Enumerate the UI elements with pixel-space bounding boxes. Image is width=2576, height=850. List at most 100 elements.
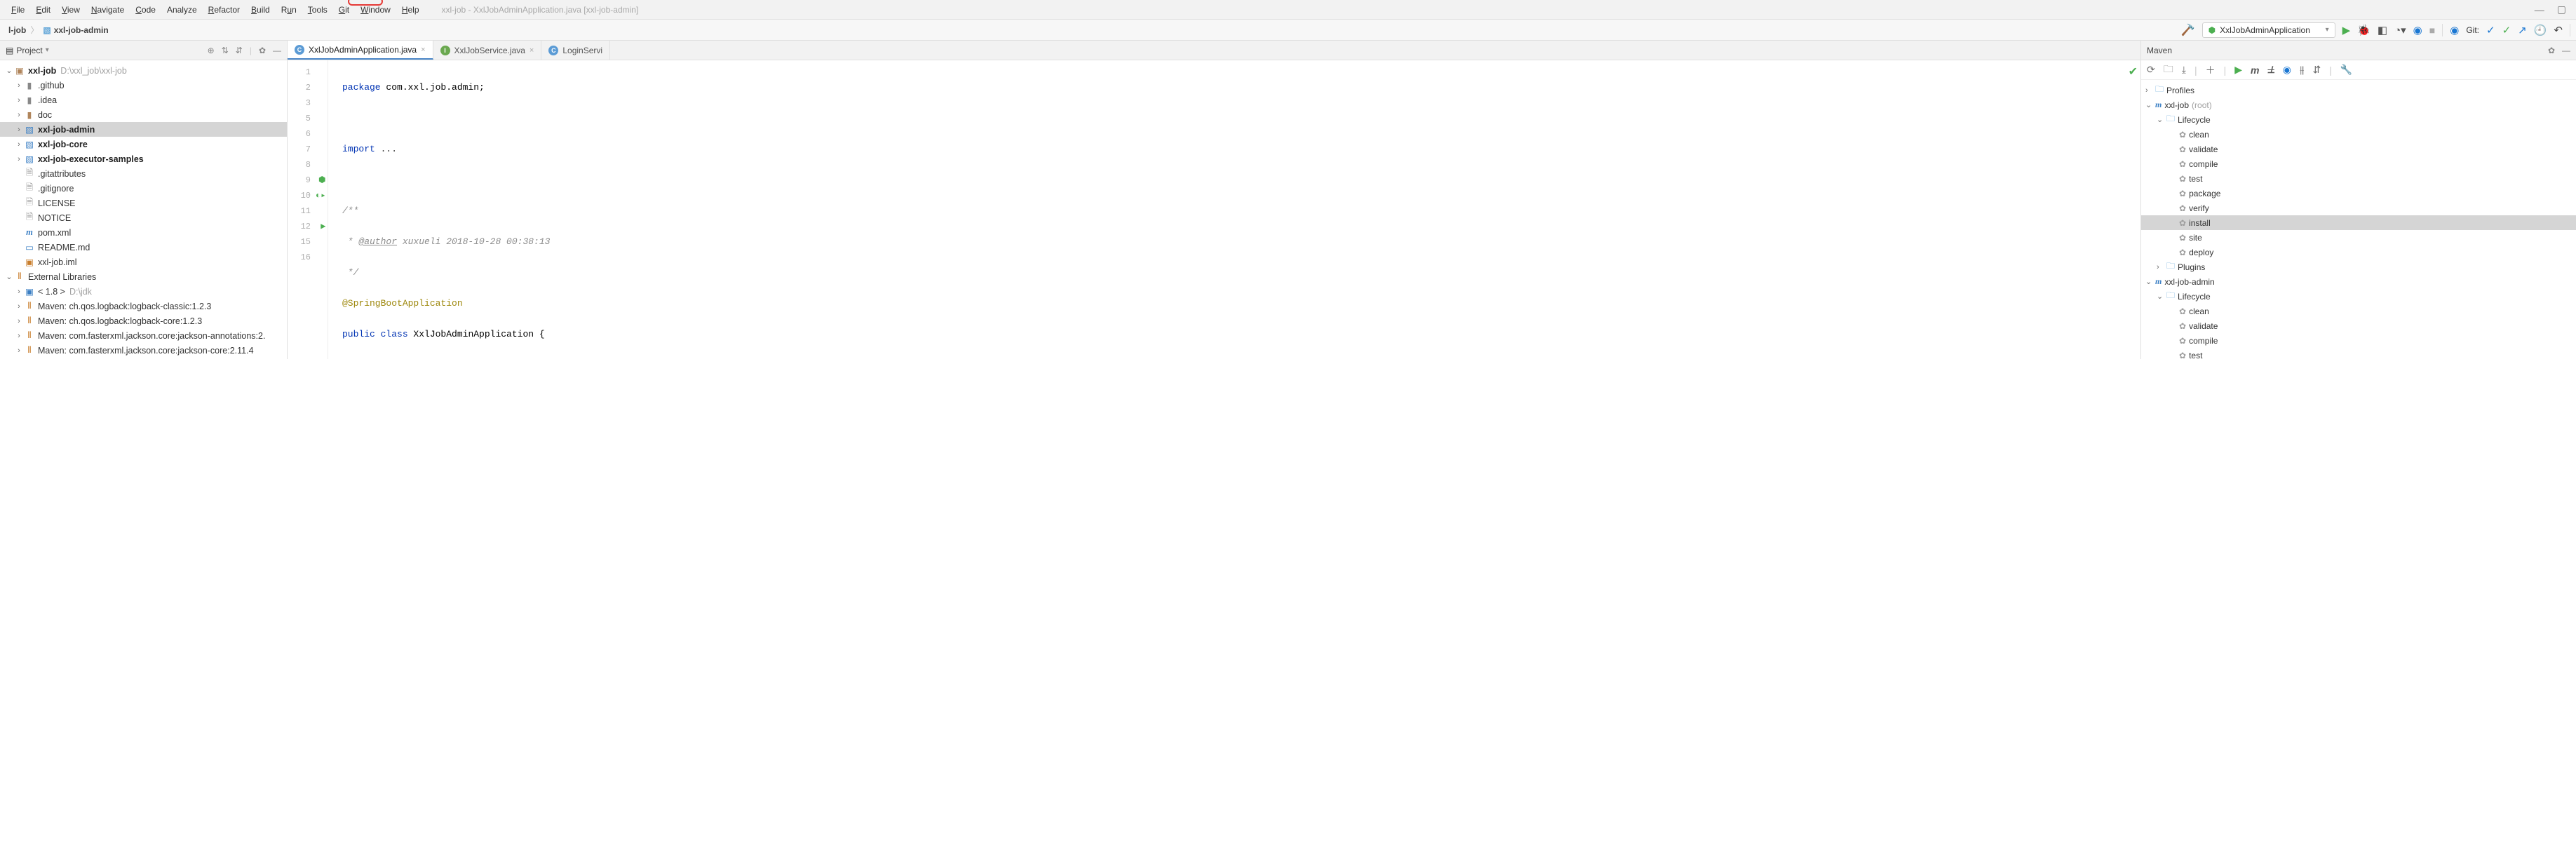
maven-goal-package[interactable]: ✿package — [2141, 186, 2576, 201]
coverage-icon[interactable]: ◧ — [2378, 24, 2387, 36]
tree-file-notice[interactable]: 🗎NOTICE — [0, 210, 287, 225]
menu-file[interactable]: FFileile — [6, 0, 30, 20]
close-icon[interactable]: × — [421, 46, 425, 54]
generate-sources-icon[interactable]: 🗀 — [2164, 62, 2173, 79]
project-view-combo[interactable]: ▤ Project ▾ — [6, 46, 49, 55]
hide-icon[interactable]: — — [273, 46, 281, 55]
gutter-run-icon[interactable]: ⬢ — [316, 173, 325, 188]
download-sources-icon[interactable]: ⤓ — [2182, 64, 2186, 76]
tree-file-gitattributes[interactable]: 🗎.gitattributes — [0, 166, 287, 181]
tree-folder-idea[interactable]: ›▮.idea — [0, 93, 287, 107]
editor-tab-login-service[interactable]: C LoginServi — [541, 41, 610, 60]
maven-goal-verify[interactable]: ✿verify — [2141, 201, 2576, 215]
tree-lib[interactable]: ›⫴Maven: com.fasterxml.jackson.core:jack… — [0, 328, 287, 343]
push-icon[interactable]: ↗ — [2518, 24, 2527, 36]
build-icon[interactable]: 🔨 — [2181, 23, 2195, 37]
maven-tree[interactable]: ›🗀Profiles ⌄mxxl-job(root) ⌄🗀Lifecycle ✿… — [2141, 80, 2576, 359]
run-config-selector[interactable]: ⬢ XxlJobAdminApplication ▾ — [2202, 22, 2335, 38]
debug-icon[interactable]: 🐞 — [2357, 24, 2371, 36]
settings-icon[interactable]: ✿ — [259, 46, 266, 55]
maven-module-admin[interactable]: ⌄mxxl-job-admin — [2141, 274, 2576, 289]
hide-icon[interactable]: — — [2562, 46, 2570, 55]
project-tree[interactable]: ⌄▣ xxl-job D:\xxl_job\xxl-job ›▮.github … — [0, 60, 287, 359]
services-icon[interactable]: ◉ — [2413, 24, 2422, 36]
expand-all-icon[interactable]: ⇅ — [222, 46, 229, 55]
menu-help[interactable]: HelpHelp — [396, 0, 425, 20]
gutter-run-class-icon[interactable]: ◐▸ — [316, 188, 325, 203]
tree-folder-core[interactable]: ›▧xxl-job-core — [0, 137, 287, 151]
maven-goal-site[interactable]: ✿site — [2141, 230, 2576, 245]
maven-plugins[interactable]: ›🗀Plugins — [2141, 259, 2576, 274]
show-deps-icon[interactable]: ⫵ — [2300, 64, 2304, 76]
maven-goal-test[interactable]: ✿test — [2141, 348, 2576, 359]
run-maven-icon[interactable]: ▶ — [2234, 64, 2242, 76]
menu-navigate[interactable]: NavigateNavigate — [86, 0, 130, 20]
tree-lib[interactable]: ›⫴Maven: ch.qos.logback:logback-classic:… — [0, 299, 287, 313]
history-icon[interactable]: 🕘 — [2534, 24, 2547, 36]
tree-file-license[interactable]: 🗎LICENSE — [0, 196, 287, 210]
menu-view[interactable]: ViewView — [56, 0, 86, 20]
update-project-icon[interactable]: ✓ — [2486, 24, 2495, 36]
tree-jdk[interactable]: ›▣< 1.8 >D:\jdk — [0, 284, 287, 299]
toggle-skip-tests-icon[interactable]: ⟂ — [2267, 64, 2274, 76]
maven-goal-clean[interactable]: ✿clean — [2141, 304, 2576, 318]
tree-root[interactable]: ⌄▣ xxl-job D:\xxl_job\xxl-job — [0, 63, 287, 78]
maven-settings-icon[interactable]: 🔧 — [2340, 64, 2352, 76]
maven-goal-clean[interactable]: ✿clean — [2141, 127, 2576, 142]
code-editor[interactable]: 1 2 3 5 6 7 8 9 10 11 12 15 16 ⬢ ◐▸ — [288, 60, 2140, 359]
gutter-run-main-icon[interactable]: ▶ — [316, 219, 325, 234]
maven-goal-compile[interactable]: ✿compile — [2141, 333, 2576, 348]
commit-icon[interactable]: ✓ — [2502, 24, 2511, 36]
editor-tab-job-service[interactable]: I XxlJobService.java × — [433, 41, 542, 60]
rollback-icon[interactable]: ↶ — [2554, 24, 2563, 36]
tree-file-gitignore[interactable]: 🗎.gitignore — [0, 181, 287, 196]
maven-lifecycle-admin[interactable]: ⌄🗀Lifecycle — [2141, 289, 2576, 304]
profile-icon[interactable]: ◔▾ — [2394, 24, 2406, 36]
reload-icon[interactable]: ⟳ — [2147, 64, 2155, 76]
menu-refactor[interactable]: RefactorRefactor — [203, 0, 245, 20]
settings-icon[interactable]: ✿ — [2548, 46, 2555, 55]
maven-profiles[interactable]: ›🗀Profiles — [2141, 83, 2576, 97]
tree-lib[interactable]: ›⫴Maven: com.fasterxml.jackson.core:jack… — [0, 343, 287, 358]
menu-code[interactable]: CodeCode — [130, 0, 161, 20]
menu-edit[interactable]: EditEdit — [30, 0, 56, 20]
editor-tab-admin-app[interactable]: C XxlJobAdminApplication.java × — [288, 41, 433, 60]
menu-tools[interactable]: ToolsTools — [302, 0, 333, 20]
tree-folder-admin[interactable]: ›▧xxl-job-admin — [0, 122, 287, 137]
tree-file-pom[interactable]: mpom.xml — [0, 225, 287, 240]
add-project-icon[interactable]: ＋ — [2206, 63, 2216, 77]
tree-folder-doc[interactable]: ›▮doc — [0, 107, 287, 122]
maven-goal-compile[interactable]: ✿compile — [2141, 156, 2576, 171]
collapse-all-icon[interactable]: ⇵ — [236, 46, 243, 55]
tree-file-readme[interactable]: ▭README.md — [0, 240, 287, 255]
close-icon[interactable]: × — [530, 46, 534, 55]
maven-lifecycle[interactable]: ⌄🗀Lifecycle — [2141, 112, 2576, 127]
menu-build[interactable]: BuildBuild — [245, 0, 276, 20]
tree-lib[interactable]: ›⫴Maven: ch.qos.logback:logback-core:1.2… — [0, 313, 287, 328]
execute-goal-icon[interactable]: m — [2251, 65, 2259, 76]
tree-file-iml[interactable]: ▣xxl-job.iml — [0, 255, 287, 269]
stop-icon[interactable]: ■ — [2429, 25, 2435, 36]
window-minimize-icon[interactable]: — — [2535, 4, 2544, 15]
maven-goal-install[interactable]: ✿install — [2141, 215, 2576, 230]
breadcrumb-root[interactable]: l-job — [6, 24, 29, 36]
maven-goal-validate[interactable]: ✿validate — [2141, 142, 2576, 156]
breadcrumb-module[interactable]: ▧ xxl-job-admin — [40, 24, 111, 36]
maven-goal-validate[interactable]: ✿validate — [2141, 318, 2576, 333]
run-icon[interactable]: ▶ — [2342, 24, 2351, 36]
menu-analyze[interactable]: Analyze — [161, 0, 203, 20]
maven-goal-deploy[interactable]: ✿deploy — [2141, 245, 2576, 259]
editor-gutter[interactable]: 1 2 3 5 6 7 8 9 10 11 12 15 16 ⬢ ◐▸ — [288, 60, 328, 359]
offline-mode-icon[interactable]: ◉ — [2283, 64, 2291, 76]
dashboard-icon[interactable]: ◉ — [2450, 24, 2459, 36]
maven-root[interactable]: ⌄mxxl-job(root) — [2141, 97, 2576, 112]
maven-goal-test[interactable]: ✿test — [2141, 171, 2576, 186]
tree-folder-samples[interactable]: ›▧xxl-job-executor-samples — [0, 151, 287, 166]
tree-folder-github[interactable]: ›▮.github — [0, 78, 287, 93]
tree-external-libraries[interactable]: ⌄⫴External Libraries — [0, 269, 287, 284]
code-content[interactable]: package com.xxl.job.admin; import ... /*… — [328, 60, 2140, 359]
inspection-ok-icon[interactable]: ✔ — [2129, 65, 2138, 79]
window-maximize-icon[interactable]: ▢ — [2557, 4, 2566, 15]
collapse-all-icon[interactable]: ⇵ — [2312, 64, 2321, 76]
menu-run[interactable]: RunRun — [276, 0, 302, 20]
